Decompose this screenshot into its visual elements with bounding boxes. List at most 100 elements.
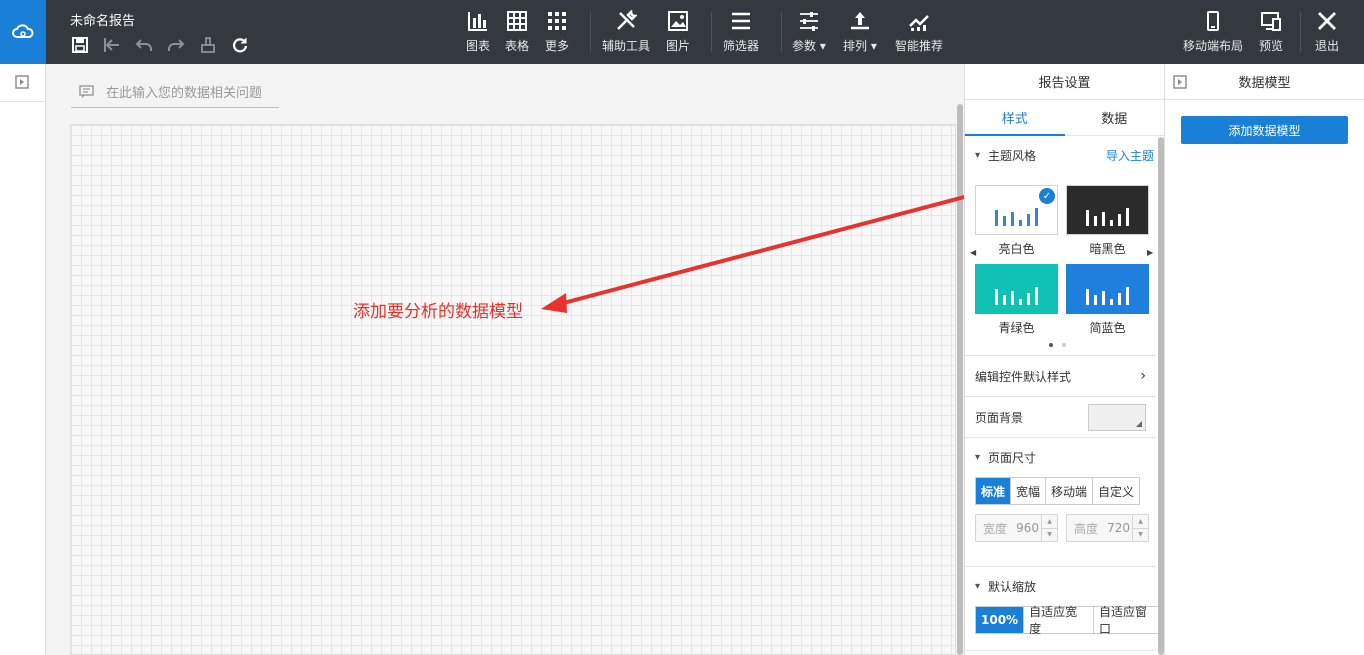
toolbar-divider bbox=[590, 12, 591, 52]
decrement-icon[interactable]: ▼ bbox=[1133, 529, 1148, 542]
smart-recommend-icon bbox=[909, 15, 929, 31]
add-data-model-button[interactable]: 添加数据模型 bbox=[1181, 116, 1348, 144]
format-brush-icon[interactable] bbox=[196, 34, 220, 56]
page-background-row: 页面背景 bbox=[965, 397, 1156, 437]
filter-icon bbox=[732, 12, 750, 30]
zoom-fit-window[interactable]: 自适应窗口 bbox=[1094, 605, 1163, 636]
tab-style[interactable]: 样式 bbox=[965, 100, 1065, 136]
save-icon[interactable] bbox=[68, 34, 92, 56]
comment-icon bbox=[79, 85, 94, 98]
tool-table[interactable]: 表格 bbox=[505, 10, 529, 54]
theme-name: 简蓝色 bbox=[1089, 321, 1126, 335]
zoom-100[interactable]: 100% bbox=[976, 607, 1025, 633]
theme-pager[interactable] bbox=[1049, 343, 1066, 347]
pager-dot[interactable] bbox=[1049, 343, 1053, 347]
theme-bars-icon bbox=[1086, 283, 1129, 305]
table-icon bbox=[507, 11, 527, 31]
tool-preview[interactable]: 预览 bbox=[1259, 10, 1283, 54]
theme-bars-icon bbox=[995, 204, 1038, 226]
question-input[interactable]: 在此输入您的数据相关问题 bbox=[71, 76, 279, 108]
tool-filter[interactable]: 筛选器 bbox=[723, 10, 759, 54]
theme-bars-icon bbox=[995, 283, 1038, 305]
left-sidebar bbox=[0, 64, 46, 655]
bar-chart-icon bbox=[468, 12, 487, 31]
params-icon bbox=[799, 12, 818, 31]
theme-teal[interactable] bbox=[975, 264, 1058, 314]
expand-panel-icon[interactable] bbox=[15, 75, 29, 92]
background-color-picker[interactable] bbox=[1088, 403, 1146, 431]
settings-tabs: 样式 数据 bbox=[965, 100, 1164, 136]
close-icon bbox=[1318, 12, 1336, 30]
settings-scrollbar[interactable] bbox=[1158, 137, 1164, 655]
width-stepper[interactable]: 宽度 960 ▲ ▼ bbox=[975, 514, 1058, 542]
toolbar-divider bbox=[1300, 12, 1301, 52]
divider bbox=[965, 650, 1156, 651]
model-header: 数据模型 bbox=[1165, 64, 1364, 100]
size-standard[interactable]: 标准 bbox=[976, 478, 1012, 504]
chevron-down-icon: ▾ bbox=[975, 580, 981, 592]
theme-prev-icon[interactable]: ◀ bbox=[970, 248, 976, 257]
theme-name: 亮白色 bbox=[998, 242, 1035, 256]
divider bbox=[0, 101, 45, 102]
tool-exit[interactable]: 退出 bbox=[1315, 10, 1339, 54]
checkmark-icon: ✓ bbox=[1039, 188, 1055, 204]
theme-light[interactable]: ✓ bbox=[975, 185, 1058, 235]
tool-mobile-layout[interactable]: 移动端布局 bbox=[1183, 10, 1243, 54]
cloud-logo-icon bbox=[12, 24, 34, 38]
theme-blue[interactable] bbox=[1066, 264, 1149, 314]
tool-more[interactable]: 更多 bbox=[545, 10, 569, 54]
toolbar-divider bbox=[711, 12, 712, 52]
default-zoom-header[interactable]: ▾ 默认缩放 bbox=[965, 567, 1156, 605]
theme-name: 青绿色 bbox=[998, 321, 1035, 335]
preview-icon bbox=[1261, 12, 1281, 31]
theme-section-header[interactable]: ▾ 主题风格 导入主题 bbox=[965, 136, 1164, 174]
back-to-start-icon[interactable] bbox=[100, 34, 124, 56]
chevron-down-icon: ▾ bbox=[975, 451, 981, 463]
mobile-icon bbox=[1207, 11, 1219, 31]
increment-icon[interactable]: ▲ bbox=[1042, 515, 1057, 529]
tools-icon bbox=[617, 10, 637, 30]
size-wide[interactable]: 宽幅 bbox=[1011, 478, 1047, 504]
refresh-icon[interactable] bbox=[228, 34, 252, 56]
tool-chart[interactable]: 图表 bbox=[466, 10, 490, 54]
decrement-icon[interactable]: ▼ bbox=[1042, 529, 1057, 542]
image-icon bbox=[668, 11, 688, 31]
import-theme-link[interactable]: 导入主题 bbox=[1106, 147, 1154, 164]
height-stepper[interactable]: 高度 720 ▲ ▼ bbox=[1066, 514, 1149, 542]
page-size-header[interactable]: ▾ 页面尺寸 bbox=[965, 438, 1156, 476]
edit-default-style-row[interactable]: 编辑控件默认样式 › bbox=[965, 356, 1156, 396]
tool-smart-recommend[interactable]: 智能推荐 bbox=[895, 10, 943, 54]
zoom-fit-width[interactable]: 自适应宽度 bbox=[1024, 605, 1095, 636]
redo-icon[interactable] bbox=[164, 34, 188, 56]
top-toolbar: 未命名报告 图表 表格 更多 辅助工具 图片 筛选器 参数 ▾ 排列 ▾ 智能推… bbox=[0, 0, 1364, 64]
app-logo[interactable] bbox=[0, 0, 46, 64]
size-custom[interactable]: 自定义 bbox=[1093, 478, 1140, 504]
theme-name: 暗黑色 bbox=[1089, 242, 1126, 256]
tab-data[interactable]: 数据 bbox=[1065, 100, 1165, 135]
chevron-down-icon: ▾ bbox=[975, 149, 981, 161]
annotation-text: 添加要分析的数据模型 bbox=[353, 302, 523, 322]
chevron-right-icon: › bbox=[1140, 368, 1146, 384]
question-placeholder: 在此输入您的数据相关问题 bbox=[106, 86, 263, 101]
tool-image[interactable]: 图片 bbox=[666, 10, 690, 54]
theme-dark[interactable] bbox=[1066, 185, 1149, 235]
data-model-panel: 数据模型 添加数据模型 bbox=[1165, 64, 1364, 655]
tool-params[interactable]: 参数 ▾ bbox=[792, 10, 826, 54]
quick-actions bbox=[68, 34, 252, 56]
settings-title: 报告设置 bbox=[965, 64, 1164, 100]
zoom-selector: 100% 自适应宽度 自适应窗口 bbox=[975, 605, 1164, 636]
theme-next-icon[interactable]: ▶ bbox=[1147, 248, 1153, 257]
increment-icon[interactable]: ▲ bbox=[1133, 515, 1148, 529]
collapse-panel-icon[interactable] bbox=[1173, 75, 1187, 93]
tool-assist[interactable]: 辅助工具 bbox=[602, 10, 650, 54]
report-settings-panel: 报告设置 样式 数据 ▾ 主题风格 导入主题 ✓ 亮白色 暗黑色 青绿色 简蓝色… bbox=[964, 64, 1165, 655]
page-size-selector: 标准 宽幅 移动端 自定义 bbox=[975, 477, 1141, 505]
report-canvas[interactable] bbox=[70, 124, 956, 655]
toolbar-divider bbox=[781, 12, 782, 52]
undo-icon[interactable] bbox=[132, 34, 156, 56]
pager-dot[interactable] bbox=[1062, 343, 1066, 347]
size-mobile[interactable]: 移动端 bbox=[1046, 478, 1094, 504]
tool-arrange[interactable]: 排列 ▾ bbox=[843, 10, 877, 54]
canvas-scrollbar[interactable] bbox=[957, 104, 963, 655]
report-title[interactable]: 未命名报告 bbox=[70, 10, 135, 29]
